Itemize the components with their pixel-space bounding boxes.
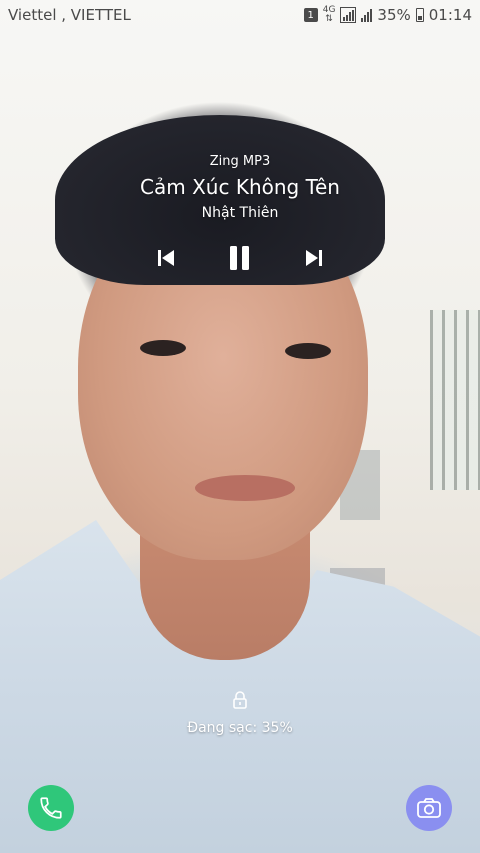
skip-next-icon [306, 250, 322, 266]
skip-previous-icon [158, 250, 174, 266]
wallpaper-eye-left [140, 340, 186, 356]
lock-icon [233, 691, 247, 709]
music-widget: Zing MP3 Cảm Xúc Không Tên Nhật Thiên [0, 150, 480, 270]
signal-strength-icon [361, 8, 373, 22]
next-track-button[interactable] [299, 243, 329, 273]
network-type-icon: 4G ⇅ [323, 6, 336, 24]
wallpaper-eye-right [285, 343, 331, 359]
camera-shortcut-button[interactable] [406, 785, 452, 831]
previous-track-button[interactable] [151, 243, 181, 273]
carrier-label: Viettel , VIETTEL [8, 6, 131, 24]
camera-icon [417, 798, 441, 818]
music-controls [0, 243, 480, 273]
phone-shortcut-button[interactable] [28, 785, 74, 831]
music-app-name: Zing MP3 [209, 154, 271, 169]
music-artist: Nhật Thiên [201, 205, 279, 221]
music-track-title: Cảm Xúc Không Tên [140, 175, 340, 199]
background-window-bars [430, 310, 480, 490]
data-arrows-icon: ⇅ [325, 14, 333, 24]
charging-status: Đang sạc: 35% [187, 720, 293, 736]
battery-percent: 35% [377, 6, 411, 24]
status-bar: Viettel , VIETTEL 1 4G ⇅ 35% 01:14 [0, 0, 480, 30]
wallpaper-mouth [195, 475, 295, 501]
signal-box-icon [340, 7, 357, 23]
pause-icon [230, 246, 249, 270]
phone-icon [40, 797, 62, 819]
sim-badge: 1 [303, 8, 318, 22]
clock: 01:14 [428, 6, 472, 24]
pause-button[interactable] [225, 243, 255, 273]
status-icons: 1 4G ⇅ 35% 01:14 [303, 6, 472, 24]
battery-icon [415, 8, 424, 22]
